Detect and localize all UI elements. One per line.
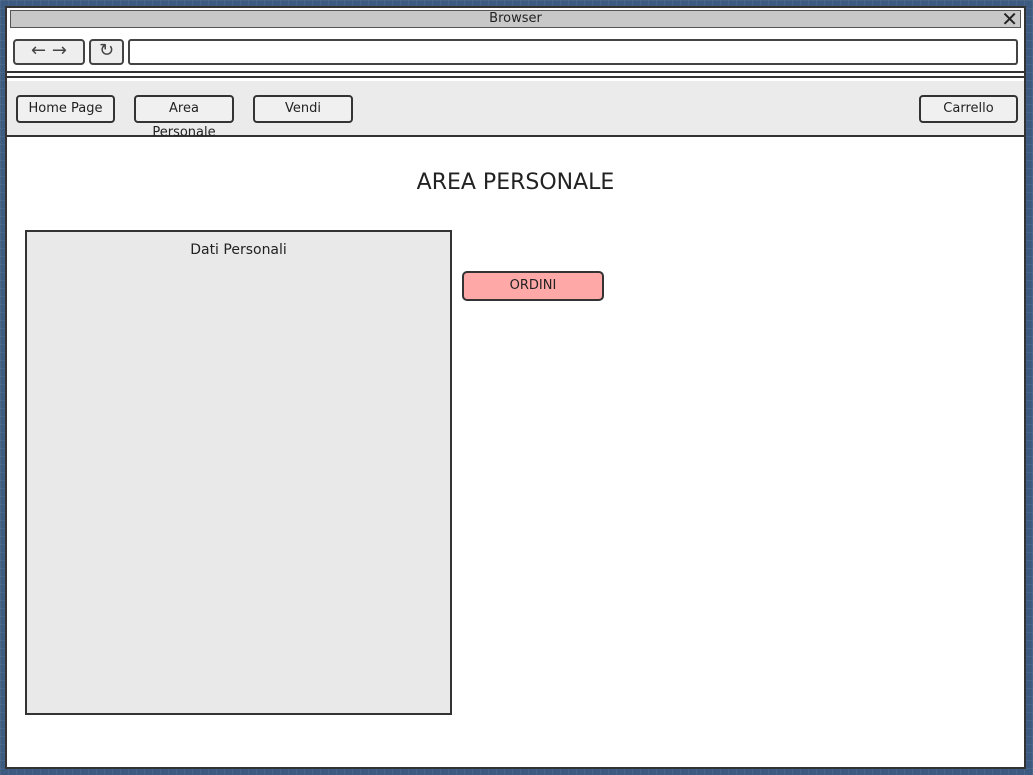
area-personale-button[interactable]: Area Personale xyxy=(134,95,234,140)
url-input[interactable] xyxy=(128,39,1018,65)
browser-window: Browser ✕ ← → ↻ Home Page Area Personale… xyxy=(5,6,1026,769)
window-title: Browser xyxy=(489,11,542,26)
toolbar-divider xyxy=(7,71,1024,73)
vendi-button[interactable]: Vendi xyxy=(253,95,353,123)
personal-data-label: Dati Personali xyxy=(190,242,287,258)
home-page-button[interactable]: Home Page xyxy=(16,95,115,123)
ordini-button[interactable]: ORDINI xyxy=(462,271,604,301)
page-title: AREA PERSONALE xyxy=(416,170,615,195)
personal-data-panel: Dati Personali xyxy=(25,230,452,715)
toolbar-divider xyxy=(7,76,1024,78)
close-icon[interactable]: ✕ xyxy=(1001,9,1018,29)
reload-button[interactable]: ↻ xyxy=(89,39,124,65)
menu-bar: Home Page Area Personale Vendi Carrello xyxy=(7,81,1024,140)
reload-icon[interactable]: ↻ xyxy=(99,40,114,61)
forward-icon[interactable]: → xyxy=(52,40,67,61)
carrello-button[interactable]: Carrello xyxy=(919,95,1018,123)
window-titlebar: Browser ✕ xyxy=(10,9,1021,29)
back-icon[interactable]: ← xyxy=(31,40,46,61)
back-forward-buttons[interactable]: ← → xyxy=(13,39,85,65)
